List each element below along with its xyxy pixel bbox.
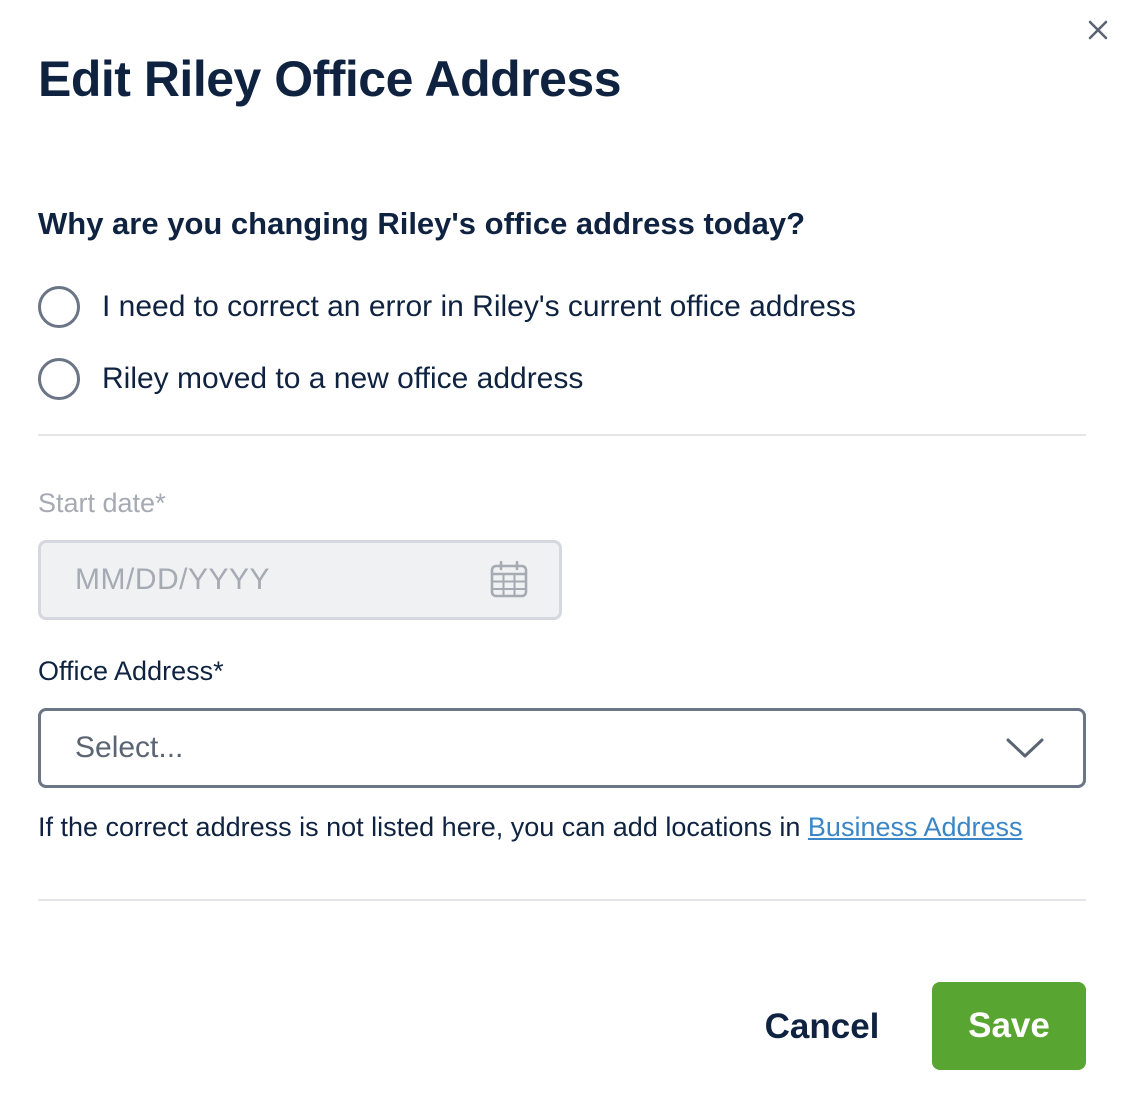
radio-button[interactable] (38, 286, 80, 328)
office-address-select[interactable]: Select... (38, 708, 1086, 788)
office-address-value: Select... (75, 731, 184, 764)
radio-option-correct-error[interactable]: I need to correct an error in Riley's cu… (38, 283, 856, 331)
dialog-title: Edit Riley Office Address (38, 51, 622, 107)
cancel-button[interactable]: Cancel (740, 984, 904, 1070)
close-icon[interactable] (1087, 19, 1109, 41)
divider (38, 899, 1086, 901)
start-date-field: MM/DD/YYYY (38, 540, 562, 620)
save-button[interactable]: Save (932, 982, 1086, 1070)
radio-option-moved[interactable]: Riley moved to a new office address (38, 355, 583, 403)
divider (38, 434, 1086, 436)
office-address-label: Office Address* (38, 656, 224, 686)
helper-text-body: If the correct address is not listed her… (38, 812, 808, 842)
business-address-link[interactable]: Business Address (808, 812, 1023, 842)
helper-text: If the correct address is not listed her… (38, 812, 1023, 843)
reason-question: Why are you changing Riley's office addr… (38, 206, 806, 241)
radio-button[interactable] (38, 358, 80, 400)
edit-office-address-dialog: Edit Riley Office Address Why are you ch… (0, 0, 1128, 1096)
start-date-label: Start date* (38, 488, 166, 518)
radio-label: I need to correct an error in Riley's cu… (102, 290, 856, 323)
chevron-down-icon[interactable] (1005, 728, 1045, 768)
calendar-icon (489, 560, 529, 600)
radio-label: Riley moved to a new office address (102, 362, 584, 395)
close-button[interactable] (1082, 14, 1114, 46)
start-date-placeholder: MM/DD/YYYY (75, 563, 271, 596)
